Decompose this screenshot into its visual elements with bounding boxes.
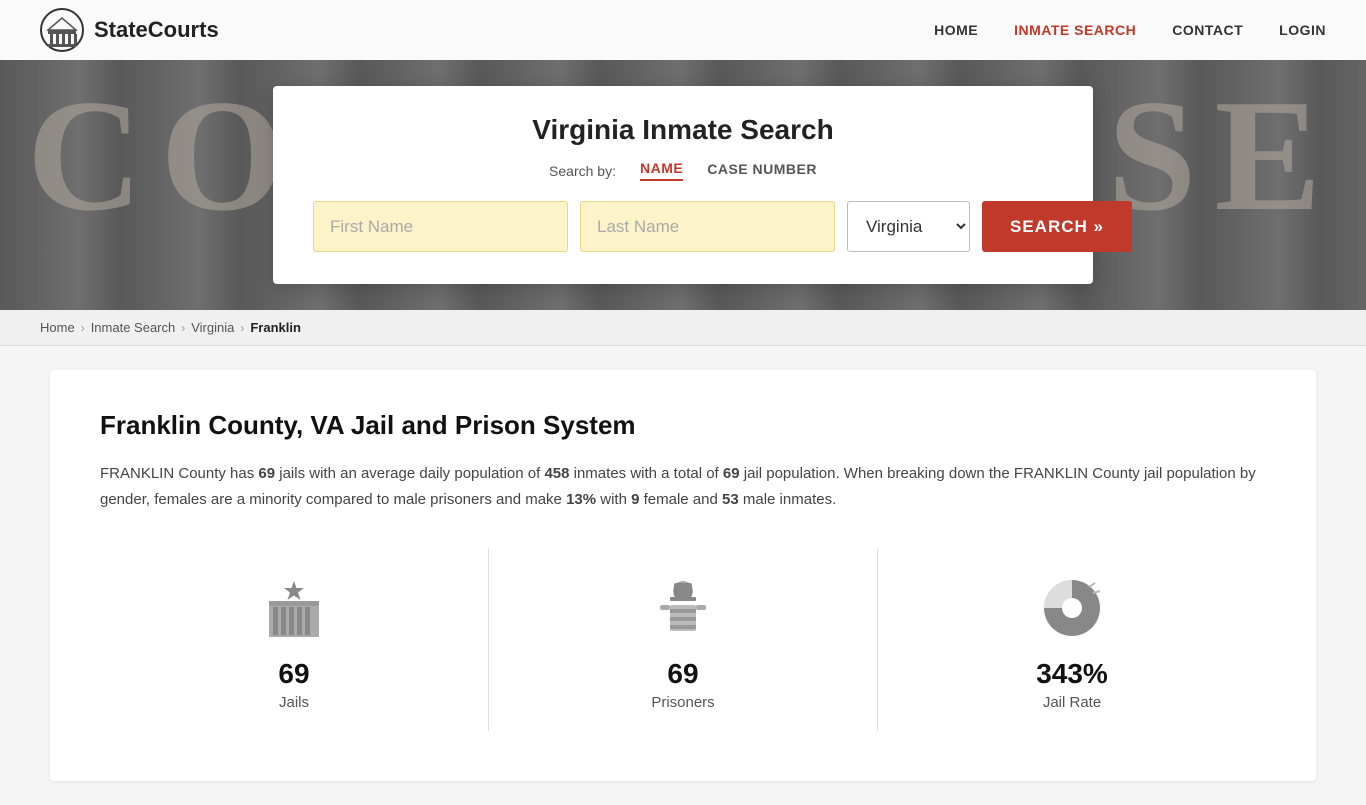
prisoner-icon	[647, 572, 719, 644]
state-select[interactable]: Virginia Alabama Alaska Arizona Californ…	[847, 201, 970, 252]
search-tabs: Search by: NAME CASE NUMBER	[313, 160, 1053, 181]
search-card: Virginia Inmate Search Search by: NAME C…	[273, 86, 1093, 284]
stats-grid: 69 Jails	[100, 548, 1266, 731]
search-card-title: Virginia Inmate Search	[313, 114, 1053, 146]
breadcrumb-inmate-search[interactable]: Inmate Search	[91, 320, 176, 335]
breadcrumb-home[interactable]: Home	[40, 320, 75, 335]
prisoners-number: 69	[667, 658, 698, 690]
total-jail-pop: 69	[723, 465, 740, 482]
first-name-input[interactable]	[313, 201, 568, 252]
search-card-wrapper: Virginia Inmate Search Search by: NAME C…	[0, 60, 1366, 310]
avg-daily-pop: 458	[544, 465, 569, 482]
search-fields: Virginia Alabama Alaska Arizona Californ…	[313, 201, 1053, 252]
county-name-1: FRANKLIN	[100, 465, 174, 482]
stat-jail-rate: 343% Jail Rate	[878, 548, 1266, 731]
jail-rate-number: 343%	[1036, 658, 1108, 690]
breadcrumb-sep-3: ›	[240, 321, 244, 335]
jail-rate-label: Jail Rate	[1043, 694, 1101, 711]
stat-prisoners: 69 Prisoners	[489, 548, 878, 731]
nav-home[interactable]: HOME	[934, 22, 978, 38]
last-name-input[interactable]	[580, 201, 835, 252]
breadcrumb-current: Franklin	[250, 320, 301, 335]
prisoners-label: Prisoners	[651, 694, 714, 711]
tab-name[interactable]: NAME	[640, 160, 683, 181]
nav-contact[interactable]: CONTACT	[1172, 22, 1243, 38]
search-button[interactable]: SEARCH »	[982, 201, 1132, 252]
female-count: 9	[631, 491, 639, 508]
courthouse-icon	[40, 8, 84, 52]
tab-case-number[interactable]: CASE NUMBER	[707, 161, 817, 180]
logo-text: StateCourts	[94, 17, 219, 43]
search-by-label: Search by:	[549, 163, 616, 179]
female-pct: 13%	[566, 491, 596, 508]
navbar-links: HOME INMATE SEARCH CONTACT LOGIN	[934, 22, 1326, 38]
nav-login[interactable]: LOGIN	[1279, 22, 1326, 38]
county-name-2: FRANKLIN	[1014, 465, 1088, 482]
jails-number: 69	[278, 658, 309, 690]
jail-icon	[258, 572, 330, 644]
breadcrumb-sep-1: ›	[81, 321, 85, 335]
pie-chart-icon	[1036, 572, 1108, 644]
hero-section: COURTHOUSE StateCourts HOME	[0, 0, 1366, 310]
breadcrumb: Home › Inmate Search › Virginia › Frankl…	[0, 310, 1366, 346]
content-description: FRANKLIN County has 69 jails with an ave…	[100, 461, 1266, 512]
breadcrumb-sep-2: ›	[181, 321, 185, 335]
stat-jails: 69 Jails	[100, 548, 489, 731]
content-title: Franklin County, VA Jail and Prison Syst…	[100, 410, 1266, 441]
logo-link[interactable]: StateCourts	[40, 8, 219, 52]
jails-count-1: 69	[258, 465, 275, 482]
breadcrumb-virginia[interactable]: Virginia	[191, 320, 234, 335]
navbar: StateCourts HOME INMATE SEARCH CONTACT L…	[0, 0, 1366, 60]
nav-inmate-search[interactable]: INMATE SEARCH	[1014, 22, 1136, 38]
jails-label: Jails	[279, 694, 309, 711]
content-section: Franklin County, VA Jail and Prison Syst…	[50, 370, 1316, 781]
male-count: 53	[722, 491, 739, 508]
